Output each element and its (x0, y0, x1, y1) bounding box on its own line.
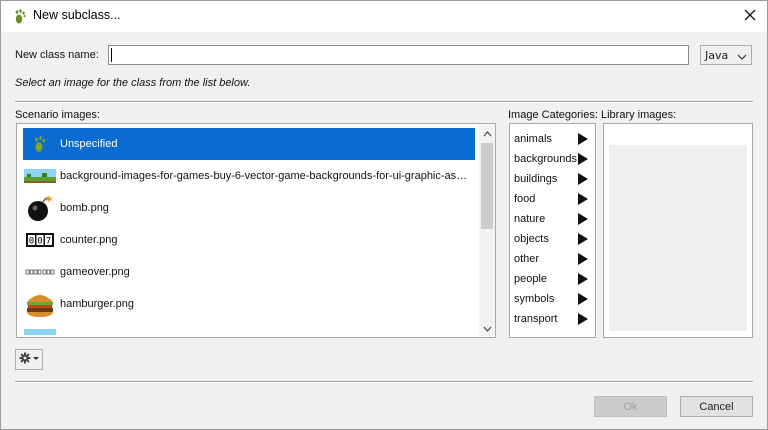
scenario-item-hamburger[interactable]: hamburger.png (23, 288, 475, 320)
category-backgrounds[interactable]: backgrounds (514, 150, 592, 168)
language-select[interactable]: Java (700, 45, 752, 65)
ok-button[interactable]: Ok (594, 396, 667, 417)
submenu-arrow-icon (578, 193, 588, 208)
scenario-item-gameover[interactable]: gameover.png (23, 256, 475, 288)
chevron-down-icon (737, 51, 747, 64)
category-label: animals (514, 133, 552, 145)
submenu-arrow-icon (578, 233, 588, 248)
scroll-up-button[interactable] (479, 125, 495, 141)
scenario-images-list: Unspecified background-images-for-games-… (23, 128, 475, 335)
image-categories-panel: animals backgrounds buildings food natur… (509, 123, 596, 338)
landscape-thumbnail-icon (23, 320, 57, 335)
category-label: food (514, 193, 536, 205)
scenario-item-label: background-images-for-games-buy-6-vector… (60, 170, 470, 182)
class-name-input[interactable] (108, 45, 689, 65)
scenario-item-label: bomb.png (60, 202, 109, 214)
hamburger-icon (23, 288, 57, 320)
chevron-up-icon (483, 127, 492, 140)
counter-icon: 0 0 7 (23, 224, 57, 256)
submenu-arrow-icon (578, 133, 588, 148)
text-caret (111, 48, 112, 62)
category-label: people (514, 273, 548, 285)
svg-text:7: 7 (46, 237, 51, 247)
submenu-arrow-icon (578, 273, 588, 288)
category-buildings[interactable]: buildings (514, 170, 592, 188)
library-images-label: Library images: (601, 109, 677, 121)
category-label: nature (514, 213, 546, 225)
svg-text:0: 0 (37, 237, 42, 247)
scrollbar-thumb[interactable] (481, 143, 493, 229)
category-symbols[interactable]: symbols (514, 290, 592, 308)
category-people[interactable]: people (514, 270, 592, 288)
scenario-item-bomb[interactable]: bomb.png (23, 192, 475, 224)
scenario-item-counter[interactable]: 0 0 7 counter.png (23, 224, 475, 256)
category-label: symbols (514, 293, 555, 305)
category-label: transport (514, 313, 558, 325)
category-label: other (514, 253, 540, 265)
category-label: buildings (514, 173, 558, 185)
category-label: backgrounds (514, 153, 577, 165)
scenario-scrollbar[interactable] (479, 125, 495, 336)
gear-menu-button[interactable] (15, 349, 43, 370)
submenu-arrow-icon (578, 213, 588, 228)
close-button[interactable] (738, 5, 762, 27)
chevron-down-icon (483, 322, 492, 335)
submenu-arrow-icon (578, 313, 588, 328)
dialog-title: New subclass... (33, 8, 121, 22)
image-categories-label: Image Categories: (508, 109, 598, 121)
library-images-panel (603, 123, 753, 338)
library-images-list[interactable] (609, 145, 747, 331)
new-subclass-dialog: New subclass... New class name: Java Sel… (0, 0, 768, 430)
title-bar: New subclass... (1, 1, 767, 32)
category-objects[interactable]: objects (514, 230, 592, 248)
category-animals[interactable]: animals (514, 130, 592, 148)
language-value: Java (705, 48, 729, 62)
submenu-arrow-icon (578, 293, 588, 308)
gameover-text-icon (23, 256, 57, 288)
scroll-down-button[interactable] (479, 320, 495, 336)
scenario-item-background[interactable]: background-images-for-games-buy-6-vector… (23, 160, 475, 192)
greenfoot-footprint-icon (23, 128, 57, 160)
cancel-button[interactable]: Cancel (680, 396, 753, 417)
hint-text: Select an image for the class from the l… (15, 77, 251, 89)
category-nature[interactable]: nature (514, 210, 592, 228)
submenu-arrow-icon (578, 253, 588, 268)
submenu-arrow-icon (578, 173, 588, 188)
class-name-label: New class name: (15, 49, 99, 61)
scenario-item-label: hamburger.png (60, 298, 134, 310)
separator-highlight (15, 102, 753, 103)
category-label: objects (514, 233, 549, 245)
scenario-item-partial[interactable] (23, 320, 475, 335)
scenario-images-panel: Unspecified background-images-for-games-… (16, 123, 496, 338)
svg-text:0: 0 (29, 237, 34, 247)
category-other[interactable]: other (514, 250, 592, 268)
bomb-icon (23, 192, 57, 224)
gear-icon (19, 352, 39, 367)
scenario-item-unspecified[interactable]: Unspecified (23, 128, 475, 160)
submenu-arrow-icon (578, 153, 588, 168)
scenario-images-label: Scenario images: (15, 109, 100, 121)
greenfoot-footprint-icon (11, 7, 29, 25)
category-transport[interactable]: transport (514, 310, 592, 328)
scenario-item-label: Unspecified (60, 138, 118, 150)
scenario-item-label: gameover.png (60, 266, 130, 278)
category-food[interactable]: food (514, 190, 592, 208)
scenario-item-label: counter.png (60, 234, 118, 246)
landscape-thumbnail-icon (23, 160, 57, 192)
close-icon (744, 9, 756, 24)
bottom-separator-highlight (15, 382, 753, 383)
